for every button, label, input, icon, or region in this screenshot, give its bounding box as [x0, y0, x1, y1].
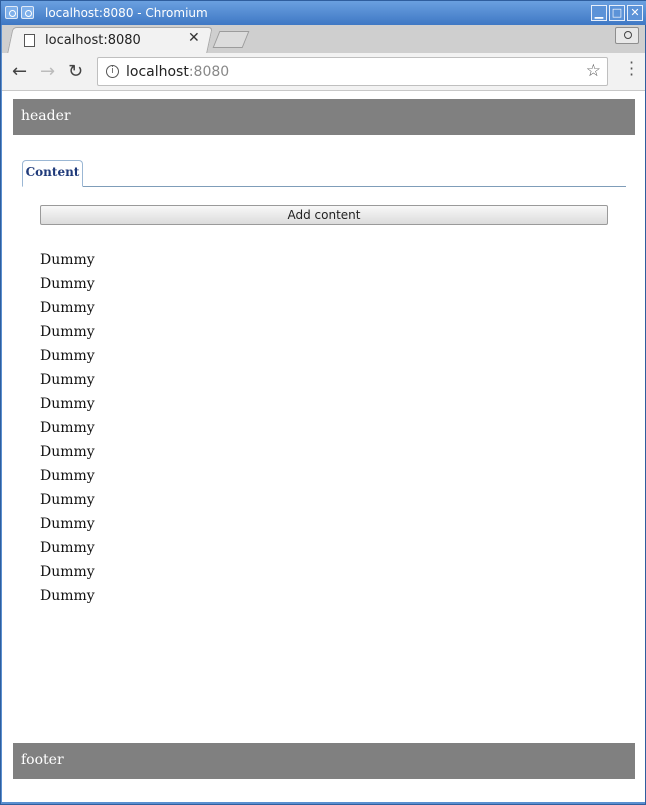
page-viewport: header Content Add content Dummy Dummy D… [2, 91, 645, 802]
list-item: Dummy [40, 372, 95, 388]
list-item: Dummy [40, 588, 95, 604]
profile-icon[interactable] [615, 27, 639, 44]
list-item: Dummy [40, 252, 95, 268]
list-item: Dummy [40, 468, 95, 484]
list-item: Dummy [40, 276, 95, 292]
back-arrow-icon[interactable]: ← [12, 61, 27, 82]
app-icon[interactable] [5, 6, 18, 19]
page-header: header [13, 99, 635, 135]
page-icon [24, 33, 35, 47]
browser-menu-icon[interactable]: · · · [629, 55, 634, 83]
list-item: Dummy [40, 300, 95, 316]
tab-bar-line [22, 186, 626, 187]
list-item: Dummy [40, 516, 95, 532]
address-url: localhost:8080 [126, 64, 230, 80]
tab-title: localhost:8080 [45, 32, 141, 48]
page-footer: footer [13, 743, 635, 779]
content-list: Dummy Dummy Dummy Dummy Dummy Dummy Dumm… [40, 248, 95, 608]
new-tab-button[interactable] [212, 31, 250, 48]
list-item: Dummy [40, 492, 95, 508]
bookmark-star-icon[interactable]: ☆ [586, 61, 601, 81]
list-item: Dummy [40, 420, 95, 436]
tab-close-icon[interactable]: ✕ [188, 30, 200, 46]
add-content-button[interactable]: Add content [40, 205, 608, 225]
tab-content[interactable]: Content [22, 160, 83, 187]
tab-strip: localhost:8080 ✕ [2, 25, 645, 53]
maximize-button[interactable]: □ [609, 5, 625, 21]
forward-arrow-icon[interactable]: → [40, 61, 55, 82]
browser-toolbar: ← → ↻ i localhost:8080 ☆ · · · [2, 53, 645, 91]
list-item: Dummy [40, 564, 95, 580]
site-info-icon[interactable]: i [106, 65, 119, 78]
browser-window: localhost:8080 - Chromium ▁ □ ✕ localhos… [0, 0, 646, 805]
list-item: Dummy [40, 324, 95, 340]
address-bar[interactable]: i localhost:8080 ☆ [97, 57, 608, 86]
list-item: Dummy [40, 348, 95, 364]
list-item: Dummy [40, 444, 95, 460]
title-bar: localhost:8080 - Chromium ▁ □ ✕ [1, 1, 646, 25]
window-title: localhost:8080 - Chromium [45, 6, 208, 20]
close-window-button[interactable]: ✕ [627, 5, 643, 21]
reload-icon[interactable]: ↻ [68, 61, 83, 82]
window-menu-icon[interactable] [21, 6, 34, 19]
list-item: Dummy [40, 396, 95, 412]
list-item: Dummy [40, 540, 95, 556]
minimize-button[interactable]: ▁ [591, 5, 607, 21]
